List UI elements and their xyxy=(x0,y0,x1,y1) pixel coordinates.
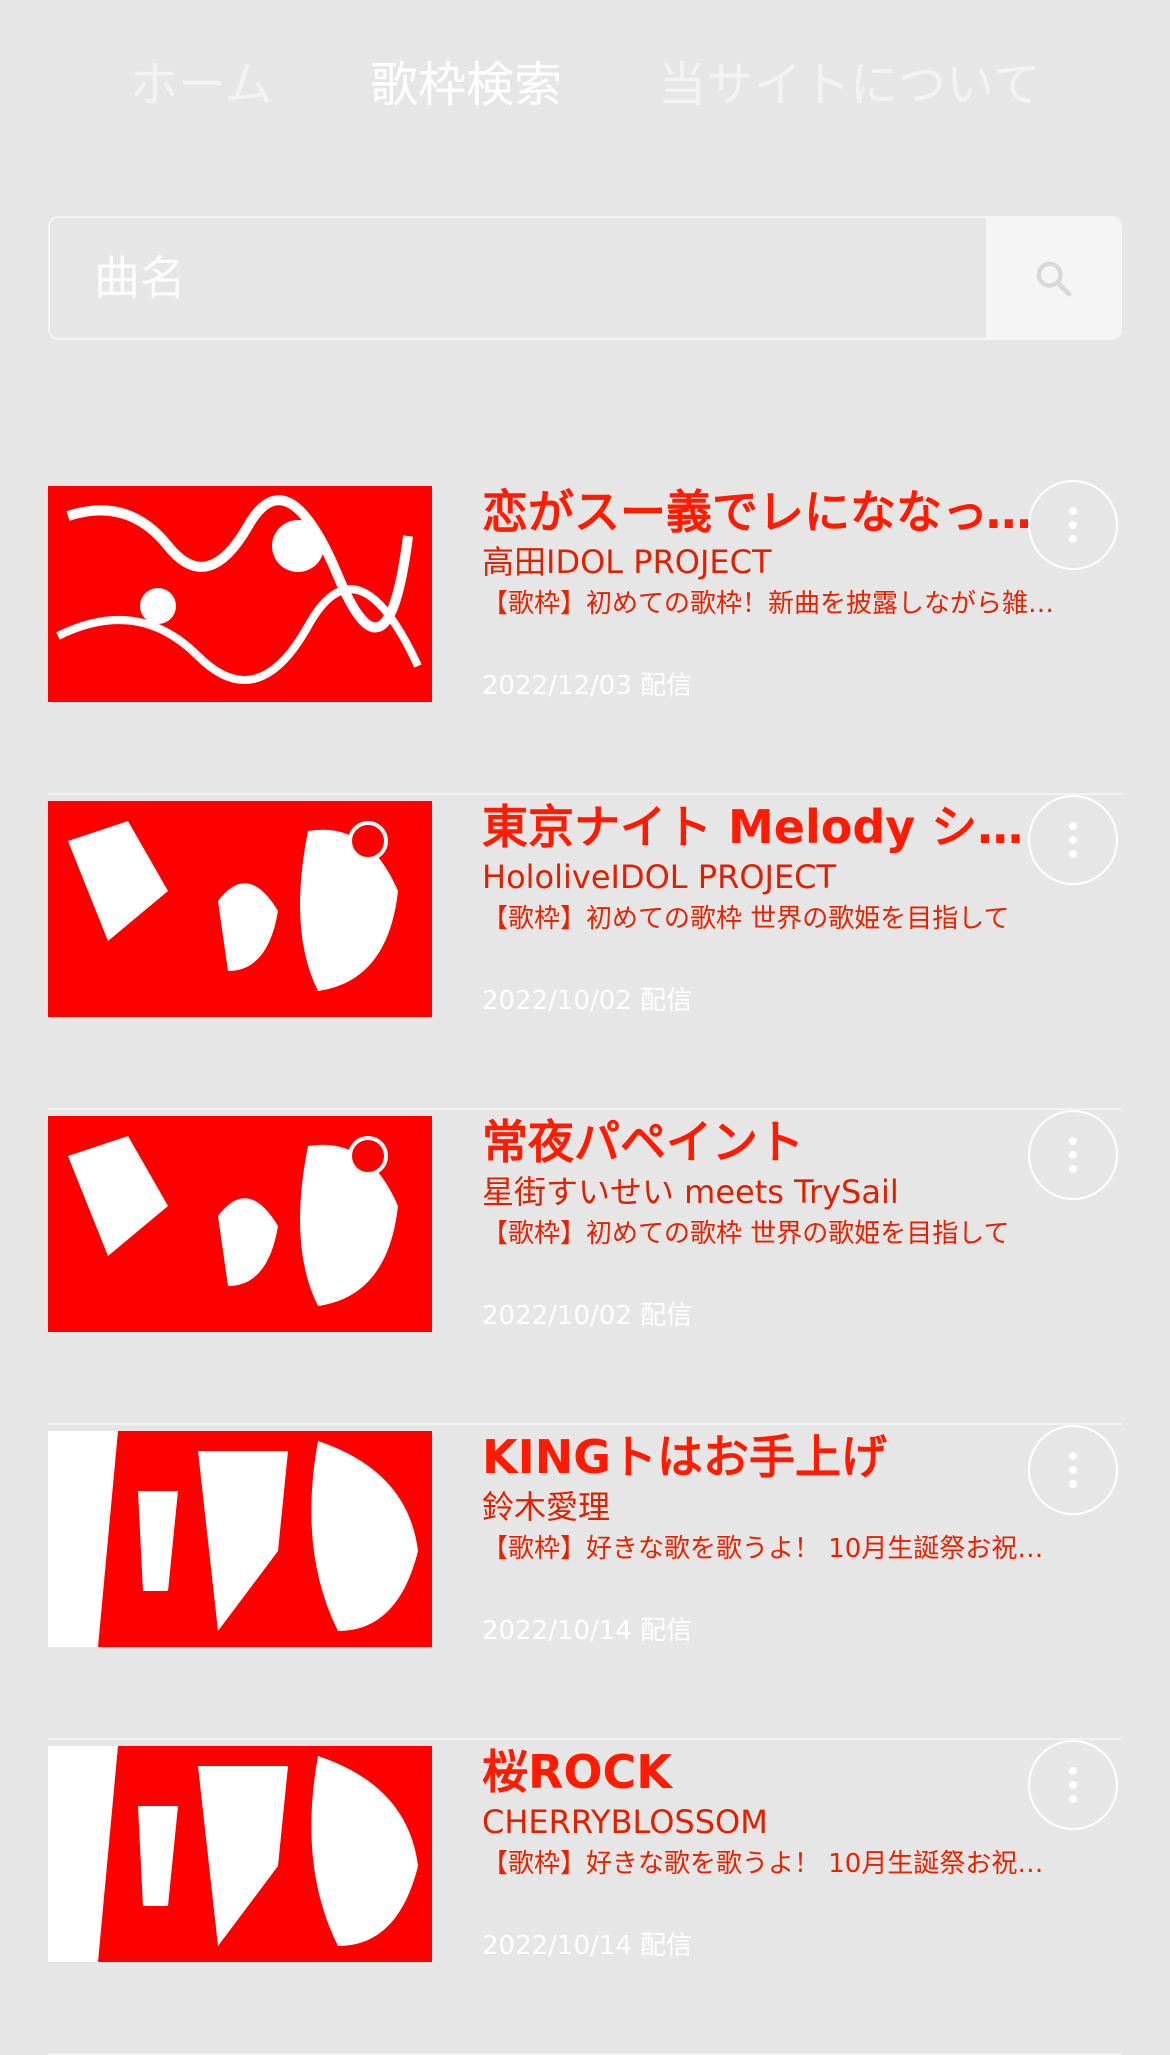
thumbnail-image xyxy=(48,1431,432,1647)
song-title[interactable]: 桜ROCK xyxy=(482,1740,1062,1804)
more-options-button[interactable] xyxy=(1028,1110,1118,1200)
nav-song-search[interactable]: 歌枠検索 xyxy=(370,45,562,125)
video-thumbnail[interactable] xyxy=(48,1746,432,1962)
stream-date: 2022/10/14 配信 xyxy=(482,1931,693,1961)
more-options-button[interactable] xyxy=(1028,480,1118,570)
thumbnail-image xyxy=(48,486,432,702)
video-thumbnail[interactable] xyxy=(48,1431,432,1647)
stream-date: 2022/12/03 配信 xyxy=(482,671,693,701)
artist-name: 高田IDOL PROJECT xyxy=(482,543,772,581)
video-thumbnail[interactable] xyxy=(48,801,432,1017)
stream-date: 2022/10/02 配信 xyxy=(482,1301,693,1331)
search-bar xyxy=(48,216,1122,340)
song-title[interactable]: 常夜パペイント xyxy=(482,1110,1062,1174)
stream-title: 【歌枠】初めての歌枠 世界の歌姫を目指して xyxy=(482,1219,1010,1249)
more-vert-icon xyxy=(1069,1764,1077,1806)
nav-about[interactable]: 当サイトについて xyxy=(658,45,1041,125)
list-item: KINGトはお手上げ 鈴木愛理 【歌枠】好きな歌を歌うよ！ 10月生誕祭お祝いN… xyxy=(48,1425,1122,1740)
video-thumbnail[interactable] xyxy=(48,1116,432,1332)
more-options-button[interactable] xyxy=(1028,795,1118,885)
more-options-button[interactable] xyxy=(1028,1425,1118,1515)
list-item: 恋がスー義でレにななっても 高田IDOL PROJECT 【歌枠】初めての歌枠！… xyxy=(48,480,1122,795)
stream-title: 【歌枠】好きな歌を歌うよ！ 10月生誕祭お祝いNG xyxy=(482,1849,1062,1879)
list-item: 桜ROCK CHERRYBLOSSOM 【歌枠】好きな歌を歌うよ！ 10月生誕祭… xyxy=(48,1740,1122,2055)
more-options-button[interactable] xyxy=(1028,1740,1118,1830)
stream-title: 【歌枠】好きな歌を歌うよ！ 10月生誕祭お祝いNG xyxy=(482,1534,1062,1564)
artist-name: HololiveIDOL PROJECT xyxy=(482,858,837,896)
song-title[interactable]: KINGトはお手上げ xyxy=(482,1425,1062,1489)
song-title[interactable]: 東京ナイト Melody ション xyxy=(482,795,1062,859)
stream-date: 2022/10/02 配信 xyxy=(482,986,693,1016)
search-icon xyxy=(1036,261,1072,297)
thumbnail-image xyxy=(48,1746,432,1962)
search-button[interactable] xyxy=(986,218,1120,338)
search-input[interactable] xyxy=(50,218,986,338)
more-vert-icon xyxy=(1069,504,1077,546)
nav-home[interactable]: ホーム xyxy=(130,45,273,125)
more-vert-icon xyxy=(1069,1134,1077,1176)
artist-name: CHERRYBLOSSOM xyxy=(482,1803,768,1841)
top-nav: ホーム 歌枠検索 当サイトについて xyxy=(0,45,1170,125)
list-item: 東京ナイト Melody ション HololiveIDOL PROJECT 【歌… xyxy=(48,795,1122,1110)
stream-date: 2022/10/14 配信 xyxy=(482,1616,693,1646)
more-vert-icon xyxy=(1069,819,1077,861)
more-vert-icon xyxy=(1069,1449,1077,1491)
list-item: 常夜パペイント 星街すいせい meets TrySail 【歌枠】初めての歌枠 … xyxy=(48,1110,1122,1425)
artist-name: 星街すいせい meets TrySail xyxy=(482,1173,899,1211)
artist-name: 鈴木愛理 xyxy=(482,1488,611,1526)
result-list: 恋がスー義でレにななっても 高田IDOL PROJECT 【歌枠】初めての歌枠！… xyxy=(48,480,1122,2055)
video-thumbnail[interactable] xyxy=(48,486,432,702)
song-title[interactable]: 恋がスー義でレにななっても xyxy=(482,480,1062,544)
stream-title: 【歌枠】初めての歌枠！新曲を披露しながら雑談もする配信 xyxy=(482,589,1062,619)
thumbnail-image xyxy=(48,1116,432,1332)
thumbnail-image xyxy=(48,801,432,1017)
stream-title: 【歌枠】初めての歌枠 世界の歌姫を目指して xyxy=(482,904,1010,934)
